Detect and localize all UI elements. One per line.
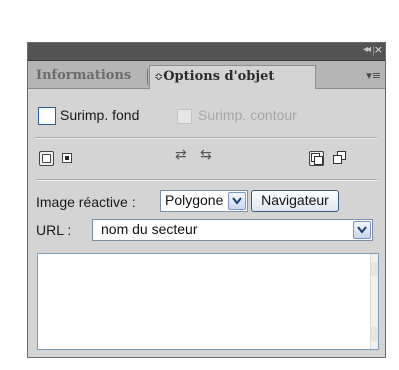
tab-informations[interactable]: Informations	[30, 65, 146, 88]
panel-menu-icon[interactable]: ▾≡	[366, 69, 381, 82]
no-image-map-button[interactable]	[39, 151, 54, 166]
send-backward-button[interactable]	[333, 151, 349, 165]
overprint-stroke-checkbox	[177, 109, 192, 124]
overprint-fill-label: Surimp. fond	[60, 107, 140, 123]
scroll-up-arrow[interactable]	[371, 262, 378, 276]
image-map-button[interactable]	[62, 153, 72, 163]
overprint-stroke-label: Surimp. contour	[198, 107, 297, 123]
image-map-shape-select[interactable]: Polygone	[160, 190, 248, 212]
tab-strip: Informations ≎Options d'objet ▾≡	[28, 61, 385, 89]
section-divider	[36, 137, 377, 139]
close-icon[interactable]: ×	[374, 43, 383, 56]
tab-object-options[interactable]: ≎Options d'objet	[149, 65, 316, 89]
swap-left-icon[interactable]: ⇄	[175, 147, 187, 163]
tab-divider	[147, 69, 148, 85]
url-dropdown-chevron-icon[interactable]	[353, 221, 371, 239]
tab-arrows-icon: ≎	[154, 70, 164, 83]
chevron-down-icon[interactable]	[228, 192, 246, 210]
alt-text-area[interactable]	[37, 253, 379, 350]
overprint-fill-checkbox[interactable]	[38, 107, 56, 125]
swap-right-icon[interactable]: ⇆	[200, 147, 212, 163]
textarea-scrollbar[interactable]	[370, 254, 378, 349]
url-input[interactable]: nom du secteur	[92, 219, 373, 241]
section-divider-2	[36, 179, 377, 181]
panel-titlebar[interactable]: ◂◂ ×	[28, 43, 385, 61]
navigator-button[interactable]: Navigateur	[251, 190, 339, 212]
scroll-down-arrow[interactable]	[371, 327, 378, 341]
url-value: nom du secteur	[101, 221, 198, 237]
tab-object-options-label: Options d'objet	[163, 69, 275, 84]
collapse-icon[interactable]: ◂◂	[363, 44, 371, 55]
url-label: URL :	[36, 222, 72, 238]
image-map-label: Image réactive :	[36, 194, 136, 210]
bring-forward-button[interactable]	[309, 151, 324, 166]
object-options-panel: ◂◂ × Informations ≎Options d'objet ▾≡ Su…	[27, 42, 386, 358]
image-map-shape-value: Polygone	[165, 192, 224, 208]
